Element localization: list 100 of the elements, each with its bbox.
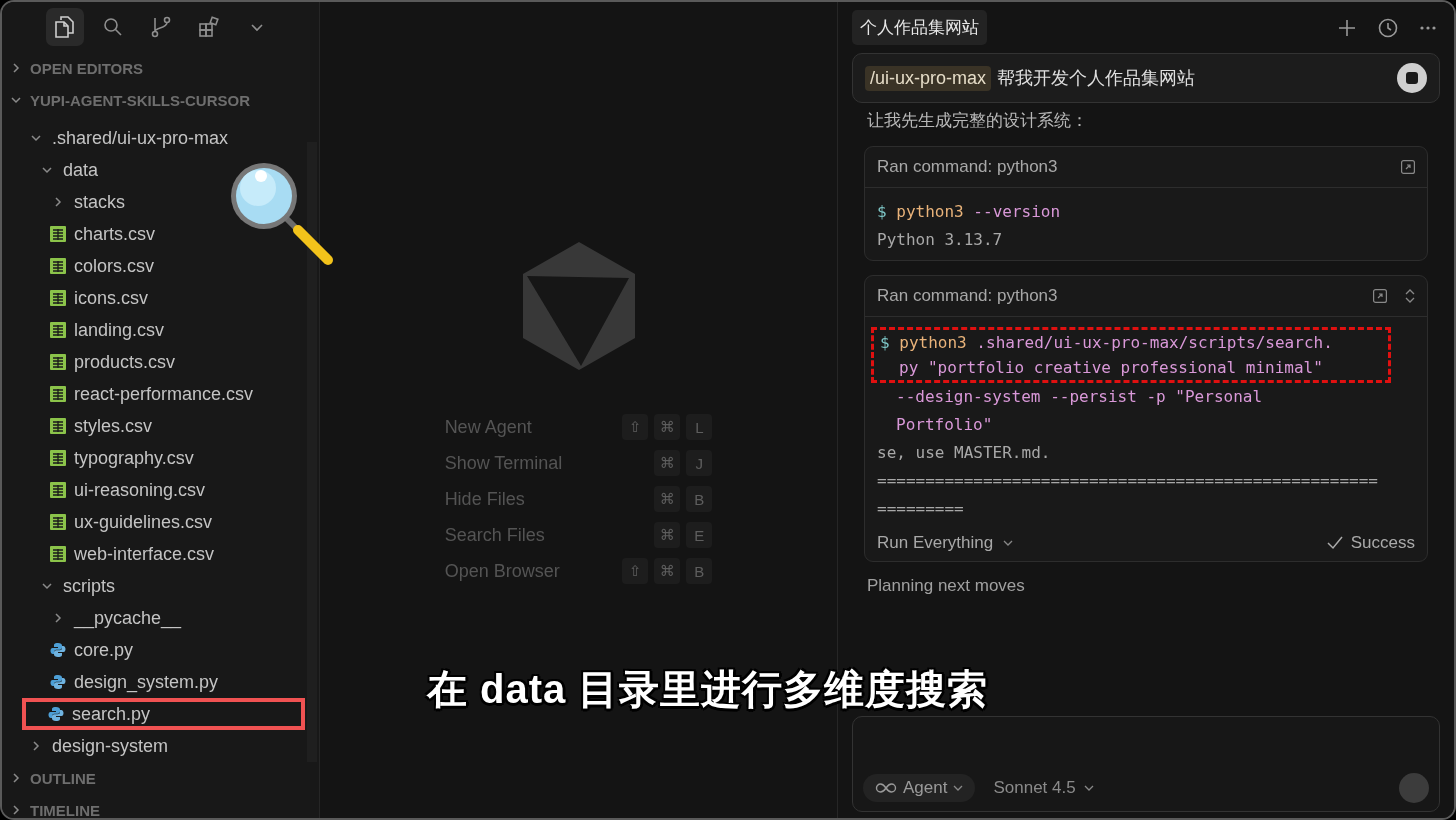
model-dropdown[interactable]: Sonnet 4.5 <box>987 777 1100 799</box>
keyboard-key: L <box>686 414 713 440</box>
chevron-icon <box>10 94 22 106</box>
item-name: ui-reasoning.csv <box>74 479 206 501</box>
item-name: .shared/ui-ux-pro-max <box>52 127 229 149</box>
spreadsheet-icon <box>50 482 66 498</box>
item-name: web-interface.csv <box>74 543 215 565</box>
folder-item[interactable]: __pycache__ <box>8 602 305 634</box>
item-name: ux-guidelines.csv <box>74 511 213 533</box>
chat-tab[interactable]: 个人作品集网站 <box>852 10 987 45</box>
command-output: Python 3.13.7 <box>876 229 1004 251</box>
file-item[interactable]: colors.csv <box>8 250 305 282</box>
file-item[interactable]: icons.csv <box>8 282 305 314</box>
item-name: landing.csv <box>74 319 165 341</box>
item-name: products.csv <box>74 351 176 373</box>
python-icon <box>50 642 66 658</box>
stop-button[interactable] <box>1397 63 1427 93</box>
file-item[interactable]: web-interface.csv <box>8 538 305 570</box>
file-item[interactable]: charts.csv <box>8 218 305 250</box>
extensions-icon <box>198 16 220 38</box>
add-icon[interactable] <box>1338 18 1356 37</box>
status-label: Success <box>1350 533 1415 553</box>
item-name: search.py <box>72 703 151 725</box>
file-item[interactable]: products.csv <box>8 346 305 378</box>
open-external-icon[interactable] <box>1373 289 1387 303</box>
file-item[interactable]: ui-reasoning.csv <box>8 474 305 506</box>
command-line: Portfolio" <box>895 414 994 436</box>
chevron-down-icon <box>953 785 964 791</box>
item-name: stacks <box>74 191 125 213</box>
section-title: TIMELINE <box>30 801 100 818</box>
spreadsheet-icon <box>50 418 66 434</box>
item-name: colors.csv <box>74 255 154 277</box>
search-icon <box>103 17 123 37</box>
status-text: Planning next moves <box>867 576 1026 596</box>
keyboard-key: B <box>686 486 713 512</box>
chevron-icon <box>52 612 64 624</box>
command-output: ========= <box>876 498 965 520</box>
clock-icon[interactable] <box>1378 17 1398 38</box>
spreadsheet-icon <box>50 226 66 242</box>
item-name: typography.csv <box>74 447 194 469</box>
branch-icon <box>151 16 171 38</box>
command-line: py "portfolio creative professional minimal" <box>898 357 1324 379</box>
files-icon <box>54 15 76 39</box>
command-line: --design-system --persist -p "Personal <box>895 386 1264 408</box>
item-name: data <box>63 159 99 181</box>
item-name: charts.csv <box>74 223 156 245</box>
files-tab[interactable] <box>46 8 84 46</box>
open-external-icon[interactable] <box>1401 160 1415 174</box>
keyboard-key: ⌘ <box>654 522 681 548</box>
folder-item[interactable]: .shared/ui-ux-pro-max <box>8 122 305 154</box>
chat-composer[interactable]: Agent Sonnet 4.5 <box>852 716 1440 812</box>
scrollbar[interactable] <box>307 142 317 762</box>
file-item[interactable]: design_system.py <box>8 666 305 698</box>
command-output: ==================================================== <box>876 470 1379 492</box>
chevron-icon <box>30 132 42 144</box>
section-title: OUTLINE <box>30 769 96 787</box>
keyboard-key: J <box>686 450 713 476</box>
chevron-down-icon <box>1003 540 1014 546</box>
keyboard-key: ⌘ <box>654 558 681 584</box>
keyboard-key: ⌘ <box>654 450 681 476</box>
keyboard-key: ⇧ <box>622 558 649 584</box>
file-item[interactable]: styles.csv <box>8 410 305 442</box>
keyboard-key: ⌘ <box>654 414 681 440</box>
item-name: react-performance.csv <box>74 383 254 405</box>
python-icon <box>50 674 66 690</box>
item-name: __pycache__ <box>74 607 182 629</box>
section-title: YUPI-AGENT-SKILLS-CURSOR <box>30 91 250 109</box>
folder-item[interactable]: stacks <box>8 186 305 218</box>
keyboard-key: ⌘ <box>654 486 681 512</box>
file-item[interactable]: react-performance.csv <box>8 378 305 410</box>
file-item[interactable]: core.py <box>8 634 305 666</box>
folder-item[interactable]: data <box>8 154 305 186</box>
checkmark-icon <box>1326 536 1343 550</box>
agent-mode-dropdown[interactable]: Agent <box>863 774 976 802</box>
file-item[interactable]: landing.csv <box>8 314 305 346</box>
item-name: design_system.py <box>74 671 219 693</box>
keyboard-key: B <box>686 558 713 584</box>
file-item[interactable]: ux-guidelines.csv <box>8 506 305 538</box>
more-icon[interactable] <box>1420 25 1436 30</box>
prompt-text: 帮我开发个人作品集网站 <box>997 67 1197 90</box>
card-title: Ran command: python3 <box>877 286 1058 306</box>
spreadsheet-icon <box>50 450 66 466</box>
chevron-icon <box>30 740 42 752</box>
folder-item[interactable]: scripts <box>8 570 305 602</box>
infinity-icon <box>875 783 897 793</box>
folder-item[interactable]: design-system <box>8 730 305 762</box>
command-line: $ python3 .shared/ui-ux-pro-max/scripts/search. <box>879 332 1334 354</box>
expand-collapse-icon[interactable] <box>1405 289 1415 303</box>
spreadsheet-icon <box>50 322 66 338</box>
file-item[interactable]: typography.csv <box>8 442 305 474</box>
command-chip: /ui-ux-pro-max <box>865 65 992 91</box>
keyboard-key: ⇧ <box>622 414 649 440</box>
section-title: OPEN EDITORS <box>30 59 144 77</box>
file-item[interactable]: search.py <box>22 698 305 730</box>
spreadsheet-icon <box>50 354 66 370</box>
chevron-icon <box>10 772 22 784</box>
spreadsheet-icon <box>50 290 66 306</box>
chevron-icon <box>10 62 22 74</box>
keyboard-key: E <box>686 522 713 548</box>
run-mode-dropdown[interactable]: Run Everything <box>877 533 1014 553</box>
